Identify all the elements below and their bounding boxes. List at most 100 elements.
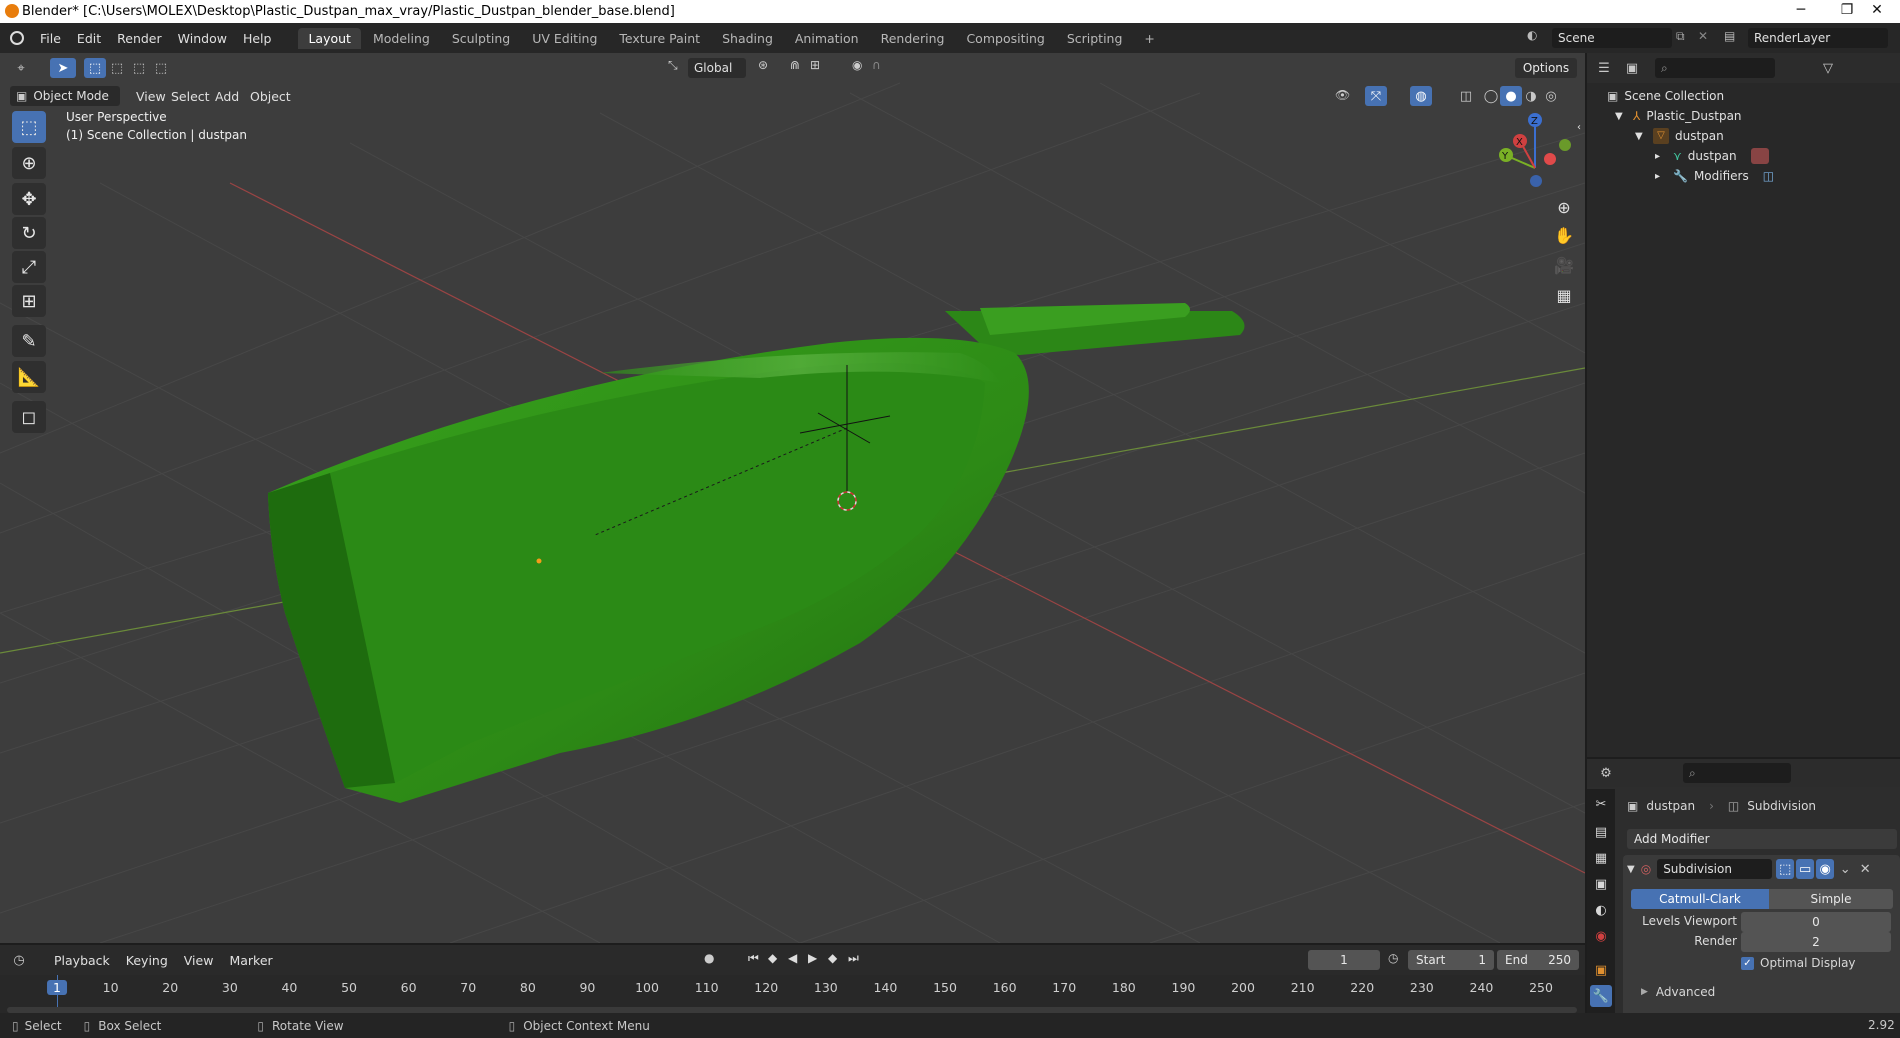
- optimal-display-checkbox[interactable]: ✓: [1741, 956, 1754, 970]
- scene-tab-icon[interactable]: ◐: [1590, 899, 1612, 921]
- tab-modeling[interactable]: Modeling: [363, 28, 440, 49]
- menu-keying[interactable]: Keying: [118, 953, 176, 968]
- tab-layout[interactable]: Layout: [298, 27, 361, 49]
- outliner-item-plastic-dustpan[interactable]: ▼ ⅄ Plastic_Dustpan: [1615, 106, 1742, 126]
- add-modifier-button[interactable]: Add Modifier: [1627, 829, 1897, 849]
- menu-edit[interactable]: Edit: [69, 31, 109, 46]
- select-tool-icon[interactable]: ➤: [50, 58, 76, 78]
- view-layer-tab-icon[interactable]: ▣: [1590, 873, 1612, 895]
- view-layer-icon[interactable]: ▤: [1724, 29, 1735, 43]
- viewport-canvas[interactable]: Z Y X: [0, 53, 1585, 943]
- tool-tab-icon[interactable]: ✂: [1590, 793, 1612, 815]
- select-mode-subtract-icon[interactable]: ⬚: [128, 58, 150, 78]
- dustpan-mesh[interactable]: [268, 303, 1245, 803]
- next-keyframe-icon[interactable]: ◆: [828, 951, 837, 965]
- blender-menu-icon[interactable]: [10, 31, 24, 45]
- rendered-shading-icon[interactable]: ◎: [1540, 86, 1562, 106]
- delete-scene-icon[interactable]: ✕: [1698, 29, 1708, 43]
- snap-target-icon[interactable]: ⊞: [810, 58, 820, 72]
- world-tab-icon[interactable]: ◉: [1590, 925, 1612, 947]
- tab-shading[interactable]: Shading: [712, 28, 783, 49]
- timeline-editor-icon[interactable]: ◷: [8, 950, 30, 970]
- outliner-search-input[interactable]: ⌕: [1655, 58, 1775, 78]
- solid-shading-icon[interactable]: ●: [1500, 86, 1522, 106]
- menu-view-timeline[interactable]: View: [176, 953, 222, 968]
- material-shading-icon[interactable]: ◑: [1520, 86, 1542, 106]
- display-mode-icon[interactable]: ▣: [1621, 58, 1643, 78]
- pivot-point-icon[interactable]: ⊛: [758, 58, 768, 72]
- catmull-clark-button[interactable]: Catmull-Clark: [1631, 889, 1769, 909]
- ortho-grid-icon[interactable]: ▦: [1550, 281, 1578, 309]
- cursor-tool-icon[interactable]: ⊕: [12, 147, 46, 179]
- proportional-edit-icon[interactable]: ◉: [852, 58, 862, 72]
- editor-type-icon[interactable]: ⌖: [10, 58, 32, 78]
- play-reverse-icon[interactable]: ◀: [788, 951, 797, 965]
- stopwatch-icon[interactable]: ◷: [1388, 951, 1398, 965]
- select-box-tool-icon[interactable]: ⬚: [12, 111, 46, 143]
- gizmo-toggle-icon[interactable]: ⤧: [1365, 86, 1387, 106]
- zoom-icon[interactable]: ⊕: [1550, 193, 1578, 221]
- levels-viewport-field[interactable]: 0: [1741, 912, 1891, 932]
- 3d-viewport[interactable]: Z Y X ⌖ ➤ ⬚ ⬚ ⬚ ⬚ ⤡ Global ⊛ ⋒ ⊞ ◉ ∩ Opt…: [0, 53, 1585, 943]
- wireframe-shading-icon[interactable]: ◯: [1480, 86, 1502, 106]
- tab-animation[interactable]: Animation: [785, 28, 869, 49]
- record-icon[interactable]: ●: [704, 951, 714, 965]
- new-scene-icon[interactable]: ⧉: [1676, 29, 1685, 44]
- scene-field[interactable]: Scene: [1552, 28, 1672, 48]
- add-cube-tool-icon[interactable]: ◻: [12, 401, 46, 433]
- tab-compositing[interactable]: Compositing: [956, 28, 1054, 49]
- filter-icon[interactable]: ▽: [1817, 58, 1839, 78]
- tab-rendering[interactable]: Rendering: [871, 28, 955, 49]
- end-frame-field[interactable]: End 250: [1497, 950, 1579, 970]
- select-mode-extend-icon[interactable]: ⬚: [106, 58, 128, 78]
- minimize-button[interactable]: ─: [1778, 0, 1824, 23]
- visibility-icon[interactable]: 👁: [1335, 88, 1350, 102]
- properties-search-input[interactable]: ⌕: [1683, 763, 1791, 783]
- mode-dropdown[interactable]: ▣ Object Mode: [10, 86, 120, 106]
- scene-icon[interactable]: ◐: [1527, 28, 1547, 42]
- options-dropdown[interactable]: Options: [1515, 58, 1577, 78]
- measure-tool-icon[interactable]: 📐: [12, 361, 46, 393]
- simple-button[interactable]: Simple: [1769, 889, 1893, 909]
- jump-end-icon[interactable]: ⏭: [848, 951, 859, 966]
- outliner-item-dustpan-object[interactable]: ▼ ▽ dustpan: [1635, 126, 1724, 146]
- expand-arrow-icon[interactable]: ▶: [1641, 987, 1648, 997]
- overlay-toggle-icon[interactable]: ◍: [1410, 86, 1432, 106]
- render-levels-field[interactable]: 2: [1741, 932, 1891, 952]
- move-tool-icon[interactable]: ✥: [12, 183, 46, 215]
- current-frame-field[interactable]: 1: [1308, 950, 1380, 970]
- select-mode-intersect-icon[interactable]: ⬚: [150, 58, 172, 78]
- render-toggle-icon[interactable]: ◉: [1816, 859, 1835, 879]
- menu-window[interactable]: Window: [170, 31, 235, 46]
- collapse-arrow-icon[interactable]: ▼: [1627, 864, 1635, 875]
- menu-render[interactable]: Render: [109, 31, 170, 46]
- menu-help[interactable]: Help: [235, 31, 280, 46]
- transform-tool-icon[interactable]: ⊞: [12, 285, 46, 317]
- annotate-tool-icon[interactable]: ✎: [12, 325, 46, 357]
- rotate-tool-icon[interactable]: ↻: [12, 217, 46, 249]
- add-workspace-button[interactable]: +: [1134, 28, 1164, 49]
- render-tab-icon[interactable]: ▤: [1590, 821, 1612, 843]
- modifier-tab-icon[interactable]: 🔧: [1590, 985, 1612, 1007]
- output-tab-icon[interactable]: ▦: [1590, 847, 1612, 869]
- advanced-subpanel[interactable]: ▶ Advanced: [1641, 985, 1715, 999]
- tab-texture-paint[interactable]: Texture Paint: [609, 28, 710, 49]
- pan-hand-icon[interactable]: ✋: [1550, 221, 1578, 249]
- menu-marker[interactable]: Marker: [221, 953, 280, 968]
- falloff-icon[interactable]: ∩: [872, 58, 881, 72]
- render-layer-field[interactable]: RenderLayer: [1748, 28, 1888, 48]
- modifier-name-field[interactable]: Subdivision: [1657, 859, 1773, 879]
- play-icon[interactable]: ▶: [808, 951, 817, 965]
- collapse-sidebar-icon[interactable]: ‹: [1573, 113, 1585, 141]
- menu-object[interactable]: Object: [242, 89, 299, 104]
- edit-mode-toggle-icon[interactable]: ⬚: [1776, 859, 1795, 879]
- outliner-item-dustpan-mesh[interactable]: ▸ ⋎ dustpan: [1655, 146, 1769, 166]
- select-mode-new-icon[interactable]: ⬚: [84, 58, 106, 78]
- properties-editor-icon[interactable]: ⚙: [1595, 763, 1617, 783]
- optimal-display-row[interactable]: ✓ Optimal Display: [1741, 956, 1856, 970]
- outliner-scene-collection[interactable]: ▣ Scene Collection: [1607, 86, 1724, 106]
- menu-file[interactable]: File: [32, 31, 69, 46]
- xray-toggle-icon[interactable]: ◫: [1455, 86, 1477, 106]
- tab-scripting[interactable]: Scripting: [1057, 28, 1133, 49]
- camera-view-icon[interactable]: 🎥: [1550, 251, 1578, 279]
